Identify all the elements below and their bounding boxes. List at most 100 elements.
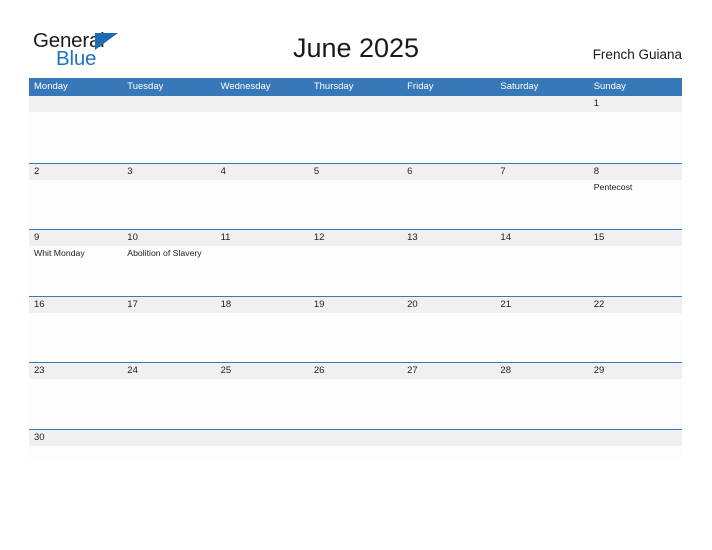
weekday-header-sunday: Sunday (593, 81, 626, 92)
day-number[interactable]: 24 (122, 363, 215, 379)
week-row: 9 10 11 12 13 14 15 Whit Monday Abolitio… (29, 229, 682, 296)
day-number[interactable]: 22 (589, 297, 682, 313)
day-number[interactable] (402, 430, 495, 446)
day-number[interactable]: 4 (216, 164, 309, 180)
calendar-grid: Monday Tuesday Wednesday Thursday Friday… (29, 78, 682, 459)
week-event-band (29, 313, 682, 363)
day-event (216, 112, 309, 162)
day-event (216, 313, 309, 363)
day-number[interactable] (216, 430, 309, 446)
day-event (122, 379, 215, 429)
day-event (309, 379, 402, 429)
day-number[interactable]: 14 (495, 230, 588, 246)
day-number[interactable]: 12 (309, 230, 402, 246)
week-event-band: Whit Monday Abolition of Slavery (29, 246, 682, 296)
day-number[interactable]: 1 (589, 96, 682, 112)
day-number[interactable] (495, 96, 588, 112)
day-number[interactable]: 11 (216, 230, 309, 246)
day-number[interactable] (309, 96, 402, 112)
day-event: Abolition of Slavery (127, 248, 202, 258)
day-event (495, 379, 588, 429)
day-number[interactable]: 23 (29, 363, 122, 379)
day-event (122, 112, 215, 162)
week-event-band (29, 112, 682, 162)
day-number[interactable]: 19 (309, 297, 402, 313)
day-number[interactable] (29, 96, 122, 112)
day-number[interactable] (495, 430, 588, 446)
weekday-header-row: Monday Tuesday Wednesday Thursday Friday… (29, 78, 682, 96)
week-row: 16 17 18 19 20 21 22 (29, 295, 682, 363)
day-number[interactable] (216, 96, 309, 112)
day-event (589, 246, 682, 296)
day-number[interactable] (402, 96, 495, 112)
day-event (216, 379, 309, 429)
page-header: General Blue June 2025 French Guiana (0, 0, 712, 78)
day-number[interactable]: 21 (495, 297, 588, 313)
day-number[interactable]: 6 (402, 164, 495, 180)
weekday-header-monday: Monday (34, 81, 68, 92)
day-event (402, 112, 495, 162)
day-number[interactable] (309, 430, 402, 446)
weekday-header-friday: Friday (407, 81, 434, 92)
day-event: Whit Monday (34, 248, 85, 258)
day-number[interactable]: 5 (309, 164, 402, 180)
day-event (309, 313, 402, 363)
day-event (216, 246, 309, 296)
calendar-page: General Blue June 2025 French Guiana Mon… (0, 0, 712, 550)
day-event (589, 112, 682, 162)
day-event (589, 313, 682, 363)
day-number[interactable]: 20 (402, 297, 495, 313)
day-number[interactable]: 27 (402, 363, 495, 379)
week-event-band: Pentecost (29, 180, 682, 230)
day-event (216, 180, 309, 230)
day-number[interactable]: 2 (29, 164, 122, 180)
day-number[interactable]: 3 (122, 164, 215, 180)
week-date-band: 16 17 18 19 20 21 22 (29, 296, 682, 313)
day-event (29, 313, 122, 363)
weekday-header-wednesday: Wednesday (220, 81, 271, 92)
day-event (309, 112, 402, 162)
day-number[interactable] (589, 430, 682, 446)
day-event (122, 180, 215, 230)
day-event (122, 313, 215, 363)
day-number[interactable] (122, 96, 215, 112)
day-event (495, 313, 588, 363)
day-number[interactable]: 26 (309, 363, 402, 379)
day-event (495, 112, 588, 162)
day-event (402, 180, 495, 230)
day-number[interactable]: 28 (495, 363, 588, 379)
weekday-header-thursday: Thursday (313, 81, 354, 92)
week-event-band (29, 379, 682, 429)
day-number[interactable]: 15 (589, 230, 682, 246)
day-event (29, 379, 122, 429)
day-number[interactable] (122, 430, 215, 446)
day-number[interactable]: 9 (29, 230, 122, 246)
day-event (402, 379, 495, 429)
week-date-band: 30 (29, 429, 682, 446)
day-event (309, 180, 402, 230)
day-number[interactable]: 29 (589, 363, 682, 379)
day-event (402, 246, 495, 296)
day-number[interactable]: 8 (589, 164, 682, 180)
day-event (29, 112, 122, 162)
day-number[interactable]: 17 (122, 297, 215, 313)
week-row: 23 24 25 26 27 28 29 (29, 362, 682, 429)
day-number[interactable]: 10 (122, 230, 215, 246)
region-label: French Guiana (592, 47, 682, 62)
day-number[interactable]: 18 (216, 297, 309, 313)
day-event (309, 246, 402, 296)
week-row: 30 (29, 428, 682, 459)
day-event (589, 379, 682, 429)
day-event (495, 246, 588, 296)
week-row: 1 (29, 96, 682, 163)
weekday-header-tuesday: Tuesday (127, 81, 164, 92)
day-number[interactable]: 30 (29, 430, 122, 446)
day-event (402, 313, 495, 363)
day-event: Pentecost (593, 181, 633, 192)
day-number[interactable]: 13 (402, 230, 495, 246)
week-row: 2 3 4 5 6 7 8 Pentecost (29, 162, 682, 230)
day-number[interactable]: 7 (495, 164, 588, 180)
day-number[interactable]: 16 (29, 297, 122, 313)
week-date-band: 9 10 11 12 13 14 15 (29, 230, 682, 246)
day-number[interactable]: 25 (216, 363, 309, 379)
